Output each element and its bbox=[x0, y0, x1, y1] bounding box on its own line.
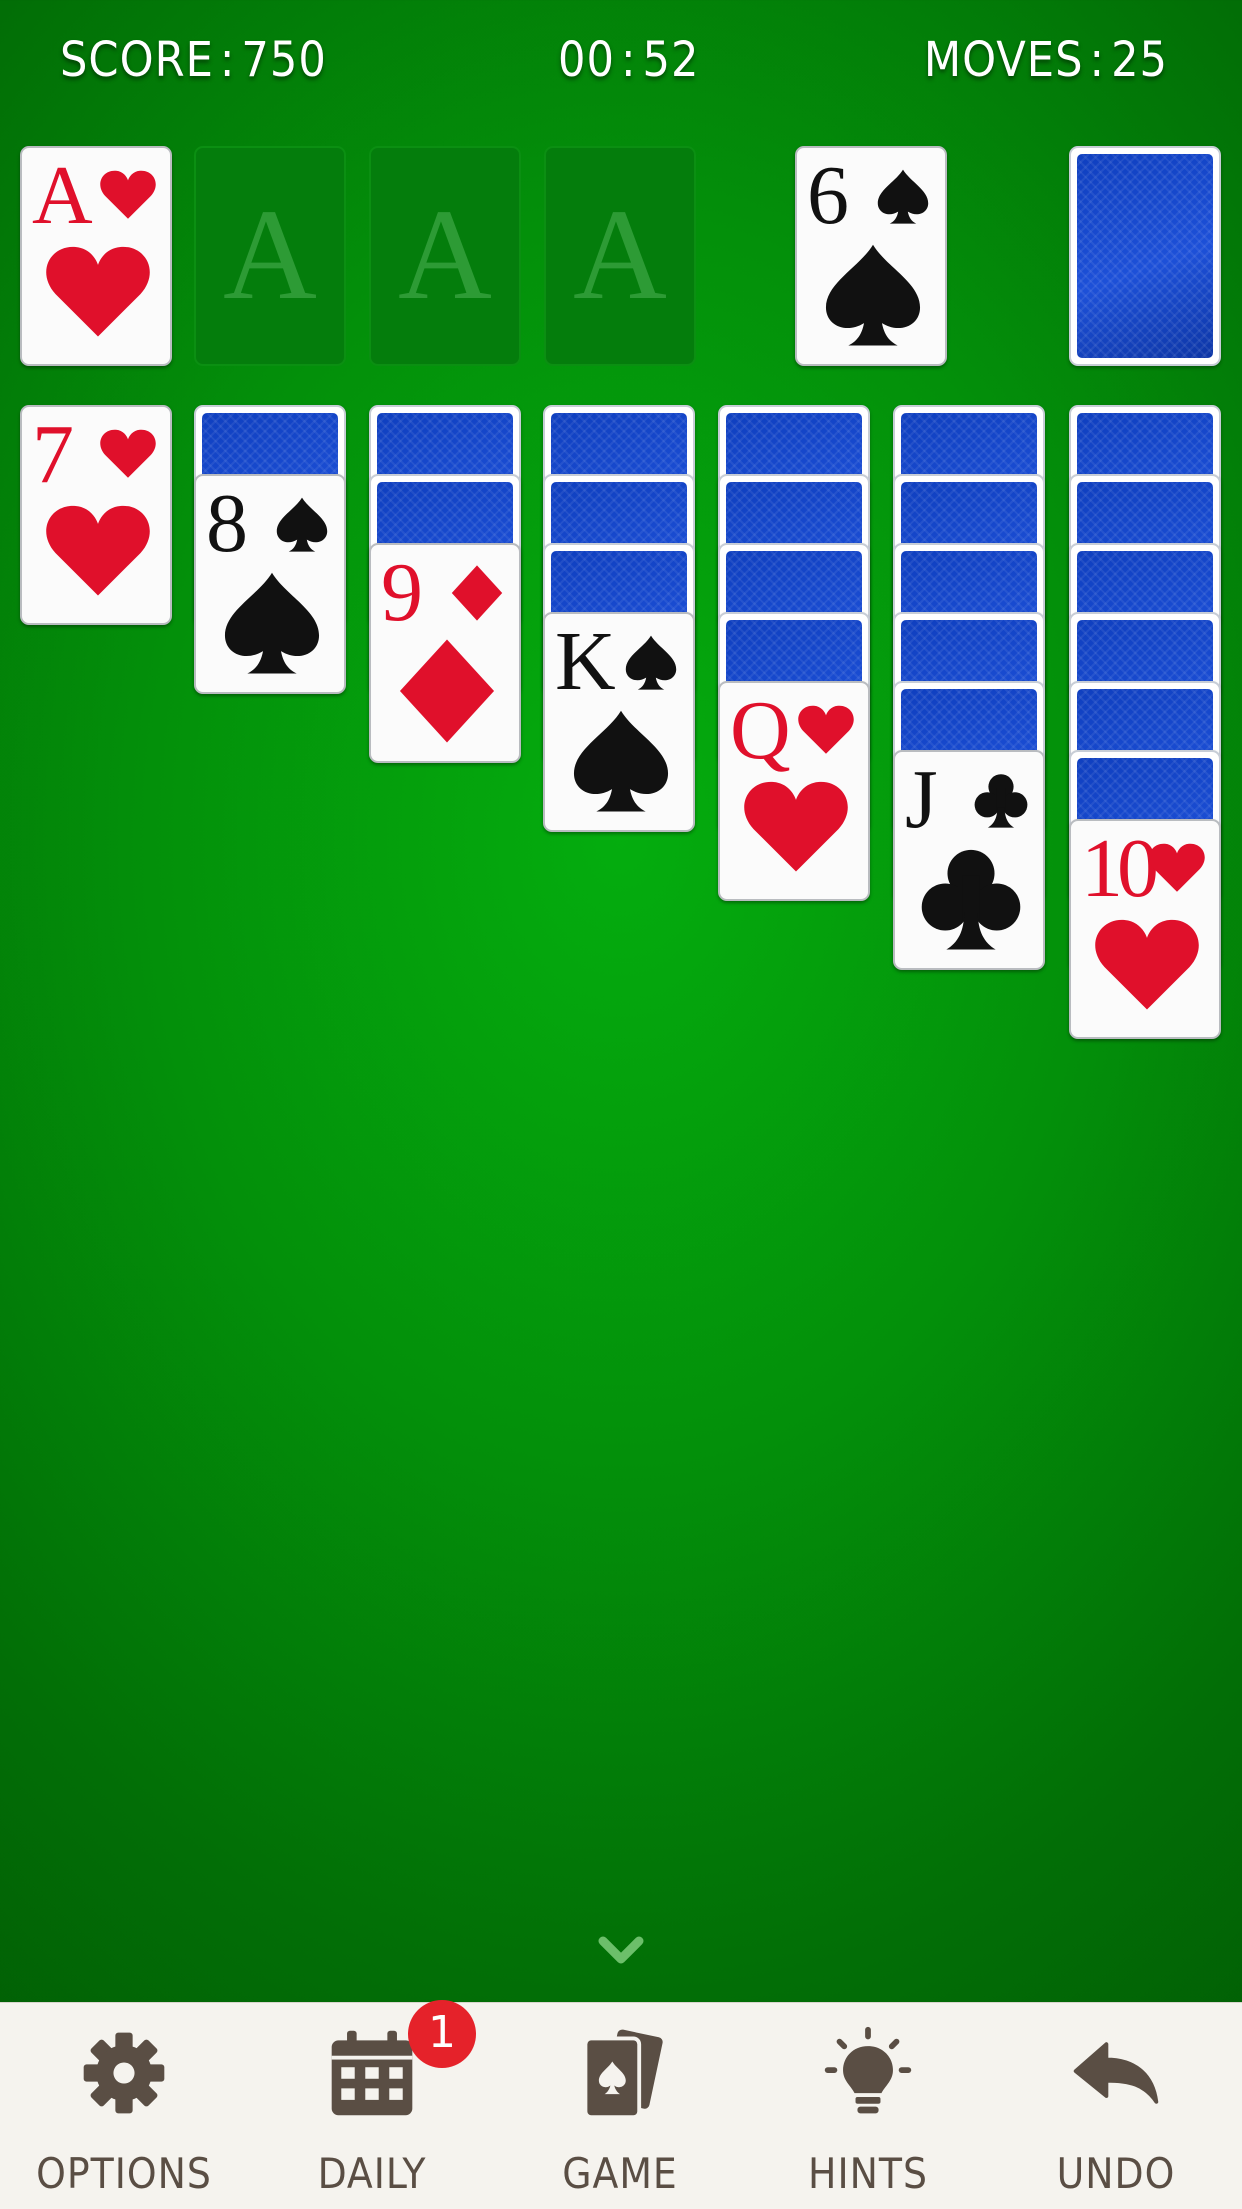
bottom-toolbar: OPTIONS DAILY GAME HINTS UNDO bbox=[0, 2002, 1242, 2209]
heart-icon bbox=[1149, 843, 1205, 892]
tableau-card[interactable]: K bbox=[543, 612, 695, 832]
timer-minutes: 00 bbox=[558, 32, 615, 88]
undo-arrow-icon bbox=[1073, 2042, 1159, 2104]
heart-icon bbox=[100, 429, 156, 478]
card-rank: 9 bbox=[381, 546, 423, 639]
card-rank: 8 bbox=[206, 477, 248, 570]
card-rank: J bbox=[905, 753, 938, 846]
moves-display: MOVES:25 bbox=[924, 32, 1168, 88]
hints-label: HINTS bbox=[808, 2149, 928, 2198]
game-label: GAME bbox=[562, 2149, 678, 2198]
spade-icon bbox=[825, 244, 921, 346]
score-separator: : bbox=[219, 32, 236, 88]
foundation-placeholder: A bbox=[223, 183, 317, 327]
card-rank: Q bbox=[730, 684, 791, 777]
spade-icon bbox=[625, 635, 677, 690]
moves-separator: : bbox=[1089, 32, 1106, 88]
club-icon bbox=[974, 774, 1028, 828]
foundation-placeholder: A bbox=[573, 183, 667, 327]
hints-button[interactable]: HINTS bbox=[744, 2003, 992, 2209]
spade-icon bbox=[573, 710, 669, 812]
lightbulb-icon bbox=[824, 2026, 912, 2114]
gear-icon bbox=[83, 2032, 165, 2114]
options-button[interactable]: OPTIONS bbox=[0, 2003, 248, 2209]
tableau-card[interactable]: 8 bbox=[194, 474, 346, 694]
options-label: OPTIONS bbox=[36, 2149, 212, 2198]
waste-card[interactable]: 6 bbox=[795, 146, 947, 366]
tableau-card[interactable]: 9 bbox=[369, 543, 521, 763]
timer-display: 00:52 bbox=[558, 32, 699, 88]
moves-label: MOVES bbox=[923, 32, 1084, 88]
stock-pile[interactable] bbox=[1069, 146, 1221, 366]
heart-icon bbox=[100, 170, 156, 219]
heart-icon bbox=[46, 246, 150, 337]
diamond-icon bbox=[451, 565, 503, 621]
heart-icon bbox=[46, 505, 150, 596]
timer-separator: : bbox=[620, 32, 637, 88]
daily-notification-badge: 1 bbox=[408, 2000, 476, 2068]
score-value: 750 bbox=[241, 32, 327, 88]
game-button[interactable]: GAME bbox=[496, 2003, 744, 2209]
daily-label: DAILY bbox=[317, 2149, 427, 2198]
heart-icon bbox=[798, 705, 854, 754]
card-rank: 10 bbox=[1081, 822, 1159, 915]
tableau-card[interactable]: 10 bbox=[1069, 819, 1221, 1039]
foundation-slot-empty[interactable]: A bbox=[369, 146, 521, 366]
club-icon bbox=[921, 849, 1021, 950]
moves-value: 25 bbox=[1111, 32, 1168, 88]
undo-button[interactable]: UNDO bbox=[992, 2003, 1240, 2209]
timer-seconds: 52 bbox=[642, 32, 700, 88]
card-rank: K bbox=[555, 615, 616, 708]
score-label: SCORE bbox=[60, 32, 214, 88]
spade-icon bbox=[877, 169, 929, 224]
card-rank: A bbox=[32, 149, 93, 242]
diamond-icon bbox=[399, 639, 495, 743]
card-rank: 7 bbox=[32, 408, 74, 501]
tableau-card[interactable]: Q bbox=[718, 681, 870, 901]
spade-icon bbox=[224, 572, 320, 674]
foundation-slot-empty[interactable]: A bbox=[194, 146, 346, 366]
cards-icon bbox=[583, 2029, 663, 2120]
heart-icon bbox=[1095, 919, 1199, 1010]
undo-label: UNDO bbox=[1056, 2149, 1176, 2198]
tableau-card[interactable]: J bbox=[893, 750, 1045, 970]
score-display: SCORE:750 bbox=[60, 32, 327, 88]
chevron-down-icon[interactable] bbox=[597, 1931, 645, 1971]
calendar-icon bbox=[331, 2030, 413, 2116]
heart-icon bbox=[744, 781, 848, 872]
foundation-placeholder: A bbox=[398, 183, 492, 327]
card-rank: 6 bbox=[807, 149, 849, 242]
tableau-card[interactable]: 7 bbox=[20, 405, 172, 625]
foundation-hearts-card[interactable]: A bbox=[20, 146, 172, 366]
foundation-slot-empty[interactable]: A bbox=[544, 146, 696, 366]
spade-icon bbox=[276, 497, 328, 552]
